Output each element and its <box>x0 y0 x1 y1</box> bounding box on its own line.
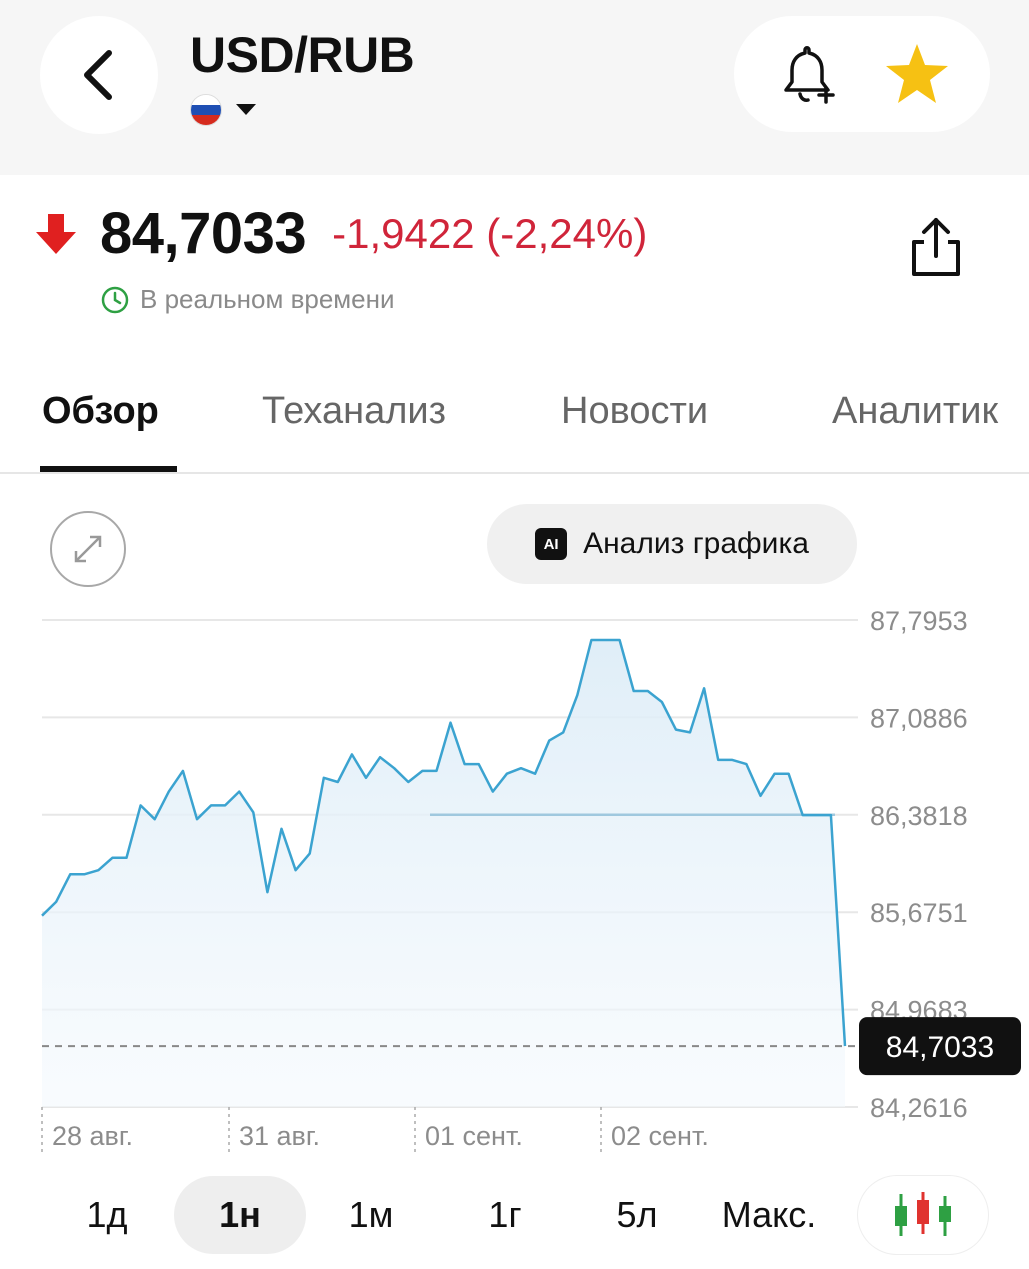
chart-analysis-label: Анализ графика <box>583 527 809 560</box>
y-tick-label: 87,7953 <box>870 606 968 636</box>
tab-overview[interactable]: Обзор <box>42 390 159 433</box>
exchange-selector[interactable] <box>190 94 256 126</box>
tab-bar: Обзор Теханализ Новости Аналитик <box>0 390 1029 474</box>
tab-technical-analysis[interactable]: Теханализ <box>262 390 446 433</box>
candlestick-icon <box>895 1192 951 1236</box>
arrow-down-icon <box>36 213 76 254</box>
timeframe-1w[interactable]: 1н <box>174 1176 306 1254</box>
chart-analysis-button[interactable]: AI Анализ графика <box>487 504 857 584</box>
price-row: 84,7033 -1,9422 (-2,24%) <box>34 200 647 267</box>
timeframe-5y[interactable]: 5л <box>592 1176 682 1254</box>
ai-icon: AI <box>535 528 568 560</box>
x-tick-label: 31 авг. <box>239 1121 320 1151</box>
tab-analytics[interactable]: Аналитик <box>832 390 998 433</box>
x-tick-label: 01 сент. <box>425 1121 523 1151</box>
y-tick-label: 86,3818 <box>870 801 968 831</box>
caret-down-icon <box>236 104 256 115</box>
add-alert-button[interactable] <box>767 34 847 114</box>
page-title: USD/RUB <box>190 27 415 83</box>
timeframe-1m[interactable]: 1м <box>326 1176 416 1254</box>
series-area <box>42 640 845 1107</box>
chart-type-button[interactable] <box>858 1176 988 1254</box>
price-chart[interactable]: 87,795387,088686,381885,675184,968384,26… <box>0 600 1029 1160</box>
y-tick-label: 85,6751 <box>870 898 968 928</box>
tab-news[interactable]: Новости <box>561 390 708 433</box>
x-tick-label: 02 сент. <box>611 1121 709 1151</box>
bell-plus-icon <box>784 46 835 104</box>
current-price: 84,7033 <box>100 201 307 266</box>
realtime-indicator: В реальном времени <box>100 284 395 315</box>
price-change: -1,9422 (-2,24%) <box>332 209 648 257</box>
chevron-left-icon <box>84 50 112 100</box>
back-button[interactable] <box>40 16 158 134</box>
y-tick-label: 87,0886 <box>870 703 968 733</box>
russia-flag-icon <box>190 94 222 126</box>
timeframe-max[interactable]: Макс. <box>704 1176 834 1254</box>
x-tick-label: 28 авг. <box>52 1121 133 1151</box>
last-price-label: 84,7033 <box>886 1031 994 1064</box>
clock-icon <box>101 286 129 313</box>
header-actions <box>734 16 990 132</box>
expand-icon <box>74 535 102 563</box>
favorite-button[interactable] <box>877 34 957 114</box>
share-icon <box>912 218 960 276</box>
star-icon <box>886 44 948 103</box>
header: USD/RUB <box>0 0 1029 175</box>
active-tab-indicator <box>40 466 177 472</box>
timeframe-1y[interactable]: 1г <box>460 1176 550 1254</box>
realtime-label: В реальном времени <box>140 284 395 314</box>
expand-chart-button[interactable] <box>50 511 126 587</box>
timeframe-1d[interactable]: 1д <box>62 1176 152 1254</box>
share-button[interactable] <box>906 214 966 280</box>
y-tick-label: 84,2616 <box>870 1093 968 1123</box>
